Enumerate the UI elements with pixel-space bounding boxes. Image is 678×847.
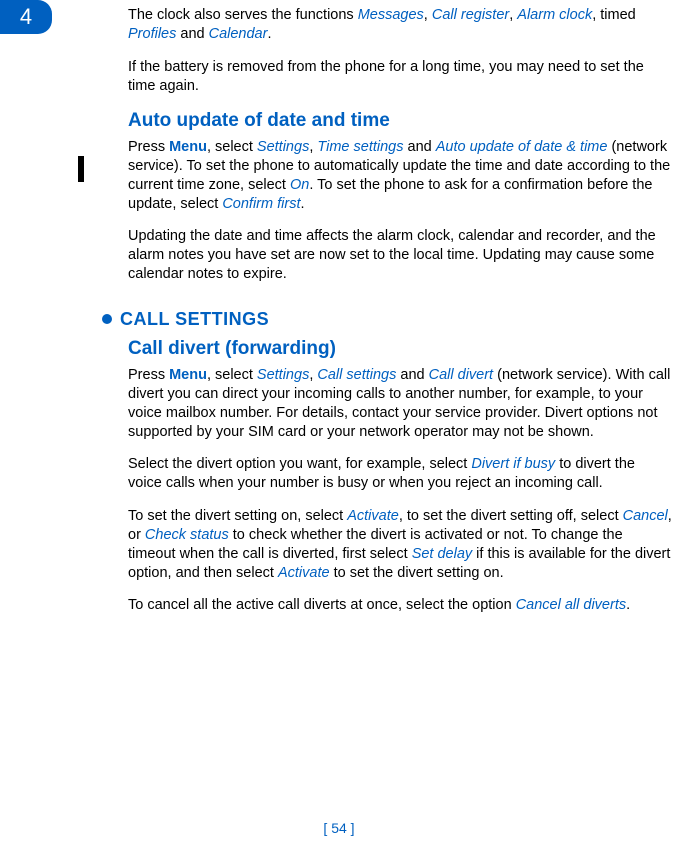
ui-term-messages: Messages — [358, 7, 424, 23]
ui-term-cancel: Cancel — [623, 508, 668, 524]
ui-bold-menu: Menu — [169, 139, 207, 155]
ui-term-call-register: Call register — [432, 7, 509, 23]
text: , to set the divert setting off, select — [399, 508, 623, 524]
ui-term-calendar: Calendar — [209, 26, 268, 42]
page-number-footer: [ 54 ] — [0, 819, 678, 837]
ui-term-activate: Activate — [278, 565, 330, 581]
call-divert-paragraph-3: To set the divert setting on, select Act… — [128, 507, 672, 582]
ui-term-call-settings: Call settings — [317, 367, 396, 383]
text: , select — [207, 367, 257, 383]
ui-term-divert-if-busy: Divert if busy — [471, 456, 555, 472]
ui-term-cancel-all-diverts: Cancel all diverts — [516, 597, 626, 613]
bullet-icon — [102, 314, 112, 324]
ui-term-check-status: Check status — [145, 527, 229, 543]
ui-term-confirm-first: Confirm first — [222, 196, 300, 212]
ui-term-on: On — [290, 177, 309, 193]
margin-change-bar — [78, 156, 84, 182]
call-divert-paragraph-4: To cancel all the active call diverts at… — [128, 596, 672, 615]
chapter-number-tab: 4 — [0, 0, 52, 34]
text: . — [300, 196, 304, 212]
text: Press — [128, 367, 169, 383]
text: The clock also serves the functions — [128, 7, 358, 23]
section-heading-text: CALL SETTINGS — [120, 309, 269, 329]
ui-term-settings: Settings — [257, 367, 309, 383]
text: . — [267, 26, 271, 42]
page-content: The clock also serves the functions Mess… — [128, 6, 672, 629]
ui-term-activate: Activate — [347, 508, 399, 524]
ui-term-set-delay: Set delay — [412, 546, 472, 562]
heading-auto-update: Auto update of date and time — [128, 109, 672, 134]
ui-term-settings: Settings — [257, 139, 309, 155]
text: and — [403, 139, 435, 155]
text: . — [626, 597, 630, 613]
ui-term-time-settings: Time settings — [317, 139, 403, 155]
ui-term-call-divert: Call divert — [429, 367, 493, 383]
section-heading-call-settings: CALL SETTINGS — [102, 308, 672, 331]
call-divert-paragraph-2: Select the divert option you want, for e… — [128, 455, 672, 493]
auto-update-paragraph-2: Updating the date and time affects the a… — [128, 227, 672, 284]
ui-term-profiles: Profiles — [128, 26, 176, 42]
text: To set the divert setting on, select — [128, 508, 347, 524]
auto-update-paragraph-1: Press Menu, select Settings, Time settin… — [128, 138, 672, 213]
chapter-number: 4 — [20, 3, 32, 32]
text: To cancel all the active call diverts at… — [128, 597, 516, 613]
text: Press — [128, 139, 169, 155]
ui-term-auto-update: Auto update of date & time — [436, 139, 608, 155]
text: , timed — [592, 7, 636, 23]
intro-paragraph-2: If the battery is removed from the phone… — [128, 58, 672, 96]
ui-bold-menu: Menu — [169, 367, 207, 383]
text: to set the divert setting on. — [330, 565, 504, 581]
text: Select the divert option you want, for e… — [128, 456, 471, 472]
text: and — [396, 367, 428, 383]
text: and — [176, 26, 208, 42]
heading-call-divert: Call divert (forwarding) — [128, 337, 672, 362]
call-divert-paragraph-1: Press Menu, select Settings, Call settin… — [128, 366, 672, 441]
text: , — [424, 7, 432, 23]
ui-term-alarm-clock: Alarm clock — [517, 7, 592, 23]
text: , select — [207, 139, 257, 155]
intro-paragraph-1: The clock also serves the functions Mess… — [128, 6, 672, 44]
